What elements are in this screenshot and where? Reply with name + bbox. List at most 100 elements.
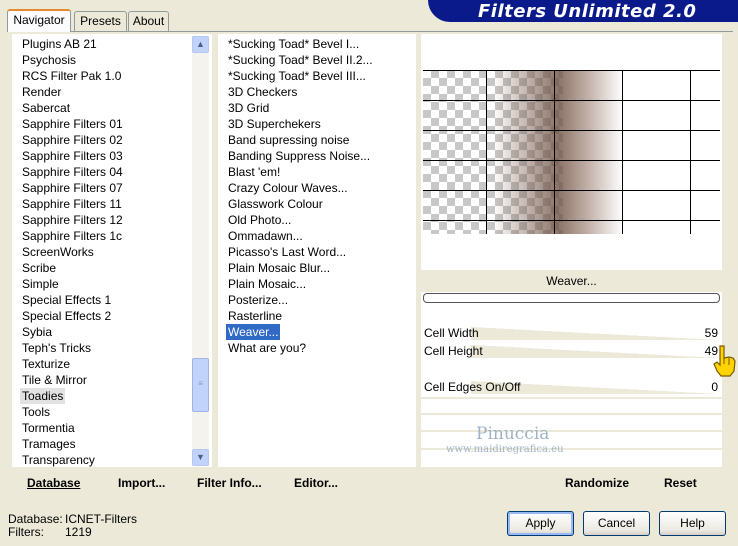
category-item[interactable]: Tormentia (12, 420, 212, 436)
scroll-up-arrow-icon[interactable]: ▲ (192, 36, 209, 53)
category-item[interactable]: Sapphire Filters 02 (12, 132, 212, 148)
filter-info-button[interactable]: Filter Info... (197, 476, 262, 490)
filter-item[interactable]: What are you? (218, 340, 416, 356)
editor-button[interactable]: Editor... (294, 476, 338, 490)
filter-item[interactable]: Plain Mosaic Blur... (218, 260, 416, 276)
filter-item[interactable]: 3D Checkers (218, 84, 416, 100)
filter-item[interactable]: Blast 'em! (218, 164, 416, 180)
filter-item[interactable]: *Sucking Toad* Bevel III... (218, 68, 416, 84)
filter-item-label: *Sucking Toad* Bevel II.2... (228, 53, 373, 67)
filter-item[interactable]: Glasswork Colour (218, 196, 416, 212)
scroll-down-arrow-icon[interactable]: ▼ (192, 449, 209, 466)
category-item[interactable]: ScreenWorks (12, 244, 212, 260)
filter-items: *Sucking Toad* Bevel I... *Sucking Toad* … (218, 36, 416, 356)
scroll-thumb[interactable]: ≡ (192, 358, 209, 412)
filter-item[interactable]: 3D Grid (218, 100, 416, 116)
param-divider (421, 413, 722, 415)
filter-item-label: Band supressing noise (228, 133, 350, 147)
filter-item-label: Plain Mosaic Blur... (228, 261, 331, 275)
category-item[interactable]: Simple (12, 276, 212, 292)
filter-item[interactable]: Weaver... (218, 323, 416, 341)
bottom-toolbar: Database Import... Filter Info... Editor… (12, 470, 722, 497)
tab-about[interactable]: About (128, 11, 169, 31)
category-item-label: Tramages (22, 437, 76, 451)
param-slider-wedge[interactable] (471, 327, 719, 340)
filter-item-label: 3D Superchekers (228, 117, 321, 131)
preview-image[interactable] (423, 70, 720, 234)
category-item[interactable]: Special Effects 2 (12, 308, 212, 324)
category-item-label: Sabercat (22, 101, 71, 115)
param-empty (421, 361, 722, 377)
category-item[interactable]: Toadies (12, 388, 212, 404)
param-cell-edges[interactable]: Cell Edges On/Off 0 (421, 379, 722, 396)
category-item[interactable]: Sapphire Filters 12 (12, 212, 212, 228)
category-item[interactable]: Transparency (12, 452, 212, 468)
category-item[interactable]: Scribe (12, 260, 212, 276)
filter-list[interactable]: *Sucking Toad* Bevel I... *Sucking Toad* … (218, 34, 416, 467)
filter-item-label: *Sucking Toad* Bevel I... (228, 37, 360, 51)
filter-item[interactable]: 3D Superchekers (218, 116, 416, 132)
import-button[interactable]: Import... (118, 476, 165, 490)
category-item-label: Tile & Mirror (22, 373, 87, 387)
filter-item[interactable]: Ommadawn... (218, 228, 416, 244)
category-item[interactable]: Sapphire Filters 07 (12, 180, 212, 196)
param-slider-wedge[interactable] (471, 345, 719, 358)
filter-item-label: What are you? (228, 341, 307, 355)
category-item[interactable]: RCS Filter Pak 1.0 (12, 68, 212, 84)
filter-item[interactable]: Crazy Colour Waves... (218, 180, 416, 196)
category-item-label: Tormentia (22, 421, 75, 435)
category-item[interactable]: Sybia (12, 324, 212, 340)
category-scrollbar[interactable]: ▲ ≡ ▼ (192, 36, 209, 466)
filter-item[interactable]: Banding Suppress Noise... (218, 148, 416, 164)
help-button[interactable]: Help (659, 511, 726, 536)
filter-item-label: *Sucking Toad* Bevel III... (228, 69, 366, 83)
category-item[interactable]: Sapphire Filters 1c (12, 228, 212, 244)
filter-item-label: Old Photo... (228, 213, 292, 227)
category-item-label: Sapphire Filters 11 (22, 197, 122, 211)
tab-navigator[interactable]: Navigator (7, 9, 71, 32)
filter-item[interactable]: Plain Mosaic... (218, 276, 416, 292)
category-item[interactable]: Sapphire Filters 11 (12, 196, 212, 212)
preview-grid (423, 70, 720, 234)
tab-divider (7, 31, 733, 32)
filter-item[interactable]: Picasso's Last Word... (218, 244, 416, 260)
category-item[interactable]: Plugins AB 21 (12, 36, 212, 52)
filter-item[interactable]: *Sucking Toad* Bevel I... (218, 36, 416, 52)
reset-button[interactable]: Reset (664, 476, 697, 490)
filter-item[interactable]: Posterize... (218, 292, 416, 308)
tab-presets[interactable]: Presets (74, 11, 127, 31)
filters-label: Filters: (8, 525, 44, 539)
param-cell-height[interactable]: Cell Height 49 (421, 343, 722, 360)
apply-button[interactable]: Apply (507, 511, 574, 536)
category-item[interactable]: Texturize (12, 356, 212, 372)
category-item[interactable]: Tramages (12, 436, 212, 452)
filter-item-label: Crazy Colour Waves... (228, 181, 348, 195)
app-banner: Filters Unlimited 2.0 (428, 0, 738, 22)
filter-item-label: Rasterline (228, 309, 283, 323)
param-cell-width[interactable]: Cell Width 59 (421, 325, 722, 342)
filter-item-label: 3D Grid (228, 101, 270, 115)
category-list[interactable]: Plugins AB 21 Psychosis RCS Filter Pak 1.0… (12, 34, 212, 467)
category-item[interactable]: Sapphire Filters 01 (12, 116, 212, 132)
database-button[interactable]: Database (27, 476, 80, 490)
filter-item[interactable]: Rasterline (218, 308, 416, 324)
category-item[interactable]: Special Effects 1 (12, 292, 212, 308)
param-label: Cell Edges On/Off (424, 380, 521, 394)
category-item[interactable]: Psychosis (12, 52, 212, 68)
category-item[interactable]: Sapphire Filters 03 (12, 148, 212, 164)
filter-item-label: 3D Checkers (228, 85, 298, 99)
category-item[interactable]: Tile & Mirror (12, 372, 212, 388)
category-item[interactable]: Sapphire Filters 04 (12, 164, 212, 180)
filter-item[interactable]: Band supressing noise (218, 132, 416, 148)
category-item-label: Sapphire Filters 12 (22, 213, 123, 227)
randomize-button[interactable]: Randomize (565, 476, 629, 490)
category-item-label: Texturize (22, 357, 71, 371)
filter-item[interactable]: Old Photo... (218, 212, 416, 228)
category-item[interactable]: Tools (12, 404, 212, 420)
filter-item-label: Glasswork Colour (228, 197, 323, 211)
category-item[interactable]: Render (12, 84, 212, 100)
cancel-button[interactable]: Cancel (583, 511, 650, 536)
category-item[interactable]: Sabercat (12, 100, 212, 116)
category-item[interactable]: Teph's Tricks (12, 340, 212, 356)
filter-item[interactable]: *Sucking Toad* Bevel II.2... (218, 52, 416, 68)
